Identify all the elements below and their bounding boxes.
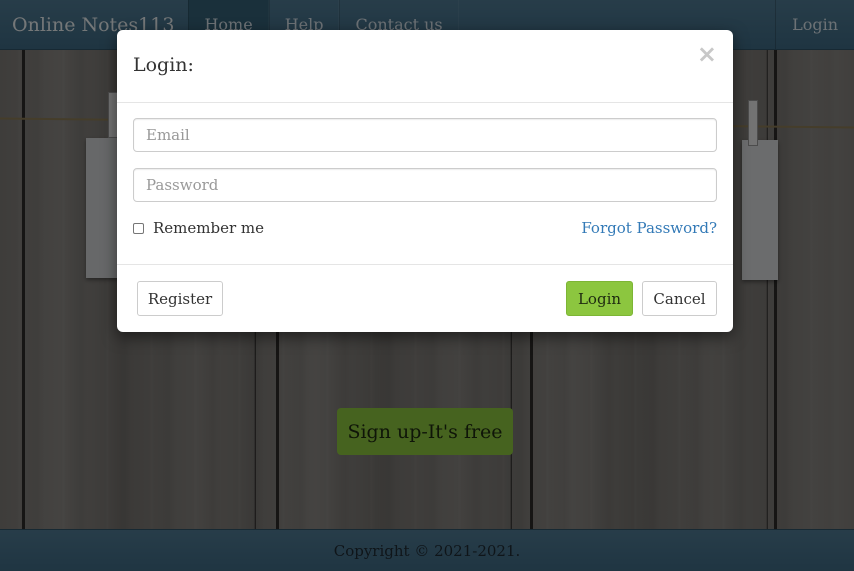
login-button[interactable]: Login [566,281,633,316]
modal-footer: Register Login Cancel [117,265,733,331]
close-icon[interactable]: × [697,40,717,68]
email-field[interactable] [133,118,717,152]
register-button[interactable]: Register [137,281,223,316]
modal-header: Login: × [117,30,733,103]
login-modal: Login: × Remember me Forgot Password? Re… [117,30,733,332]
remember-checkbox[interactable] [133,222,144,234]
remember-me[interactable]: Remember me [133,219,264,237]
remember-label: Remember me [153,219,265,237]
password-field[interactable] [133,168,717,202]
cancel-button[interactable]: Cancel [642,281,717,316]
modal-title: Login: [133,54,194,76]
modal-body: Remember me Forgot Password? [117,103,733,265]
forgot-password-link[interactable]: Forgot Password? [581,219,717,237]
